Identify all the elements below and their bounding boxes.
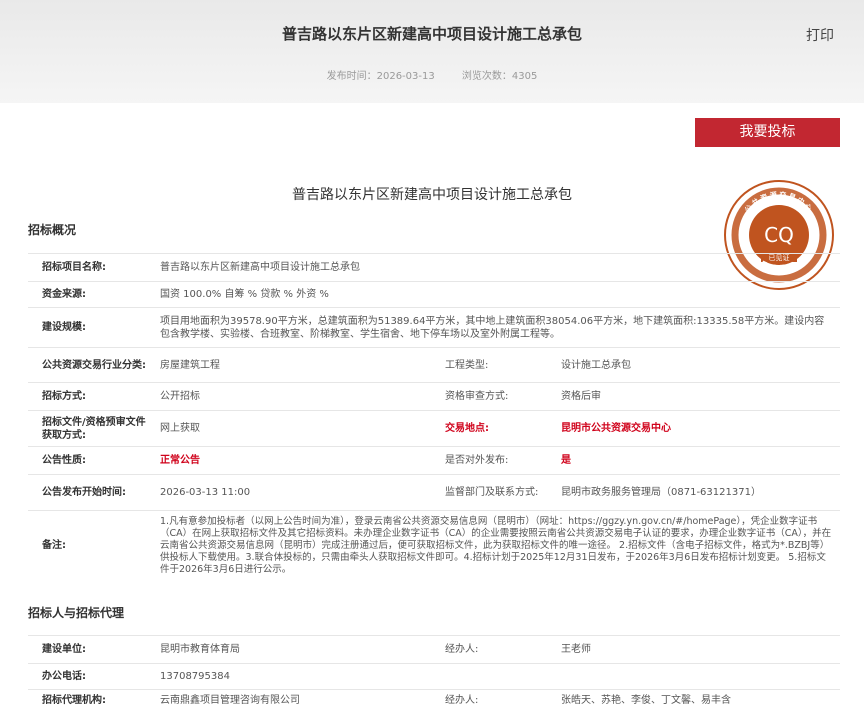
view-count: 浏览次数：4305	[461, 71, 538, 82]
venue-value: 昆明市公共资源交易中心	[555, 410, 841, 447]
parties-table: 建设单位: 昆明市教育体育局 经办人: 王老师 办公电话: 1370879538…	[28, 635, 840, 707]
row-label: 办公电话:	[28, 663, 154, 690]
row-label: 公告发布开始时间:	[28, 474, 154, 511]
fund-source-value: 国资 100.0% 自筹 % 贷款 % 外资 %	[154, 281, 841, 308]
row-label: 经办人:	[439, 689, 555, 707]
owner-value: 昆明市教育体育局	[154, 635, 439, 664]
row-label: 工程类型:	[439, 347, 555, 383]
row-label: 招标文件/资格预审文件获取方式:	[28, 410, 154, 447]
parties-section-title: 招标人与招标代理	[28, 606, 125, 620]
row-label: 招标代理机构:	[28, 689, 154, 707]
agent-contact-value: 张皓天、苏艳、李俊、丁文馨、易丰含	[555, 689, 840, 707]
row-label: 建设规模:	[28, 307, 154, 348]
row-label: 是否对外发布:	[439, 446, 555, 475]
print-button[interactable]: 打印	[806, 25, 834, 45]
supervisor-value: 昆明市政务服务管理局（0871-63121371）	[555, 474, 841, 511]
contact-value: 王老师	[555, 635, 840, 664]
row-label: 资格审查方式:	[439, 382, 555, 411]
row-label: 备注:	[28, 510, 154, 581]
remarks-value: 1.凡有意参加投标者（以网上公告时间为准），登录云南省公共资源交易信息网（昆明市…	[154, 510, 841, 581]
table-row: 公共资源交易行业分类: 房屋建筑工程 工程类型: 设计施工总承包	[28, 347, 841, 383]
overview-section-title: 招标概况	[28, 223, 77, 237]
row-label: 招标方式:	[28, 382, 154, 411]
review-method-value: 资格后审	[555, 382, 841, 411]
table-row: 公告发布开始时间: 2026-03-13 11:00 监督部门及联系方式: 昆明…	[28, 474, 841, 511]
row-label: 交易地点:	[439, 410, 555, 447]
overseas-value: 是	[555, 446, 841, 475]
phone-value: 13708795384	[154, 663, 840, 690]
bid-button[interactable]: 我要投标	[695, 118, 840, 147]
project-name-value: 普吉路以东片区新建高中项目设计施工总承包	[154, 253, 841, 282]
row-label: 公告性质:	[28, 446, 154, 475]
table-row: 招标项目名称: 普吉路以东片区新建高中项目设计施工总承包	[28, 253, 841, 282]
table-row: 建设规模: 项目用地面积为39578.90平方米，总建筑面积为51389.64平…	[28, 307, 841, 348]
bid-method-value: 公开招标	[154, 382, 439, 411]
page-header: 普吉路以东片区新建高中项目设计施工总承包 打印 发布时间：2026-03-13 …	[0, 0, 864, 103]
overview-table: 招标项目名称: 普吉路以东片区新建高中项目设计施工总承包 资金来源: 国资 10…	[28, 253, 841, 581]
table-row: 招标代理机构: 云南鼎鑫项目管理咨询有限公司 经办人: 张皓天、苏艳、李俊、丁文…	[28, 689, 840, 707]
table-row: 招标文件/资格预审文件获取方式: 网上获取 交易地点: 昆明市公共资源交易中心	[28, 410, 841, 447]
table-row: 公告性质: 正常公告 是否对外发布: 是	[28, 446, 841, 475]
start-time-value: 2026-03-13 11:00	[154, 474, 439, 511]
scale-value: 项目用地面积为39578.90平方米，总建筑面积为51389.64平方米，其中地…	[154, 307, 841, 348]
table-row: 招标方式: 公开招标 资格审查方式: 资格后审	[28, 382, 841, 411]
seal-logo: CQ	[764, 223, 794, 247]
row-label: 监督部门及联系方式:	[439, 474, 555, 511]
page-title: 普吉路以东片区新建高中项目设计施工总承包	[281, 25, 582, 43]
table-row: 备注: 1.凡有意参加投标者（以网上公告时间为准），登录云南省公共资源交易信息网…	[28, 510, 841, 581]
row-label: 招标项目名称:	[28, 253, 154, 282]
doc-obtain-value: 网上获取	[154, 410, 439, 447]
meta-info: 发布时间：2026-03-13 浏览次数：4305	[0, 67, 864, 82]
row-label: 资金来源:	[28, 281, 154, 308]
table-row: 建设单位: 昆明市教育体育局 经办人: 王老师	[28, 635, 840, 664]
industry-value: 房屋建筑工程	[154, 347, 439, 383]
publish-time: 发布时间：2026-03-13	[326, 71, 435, 82]
agent-value: 云南鼎鑫项目管理咨询有限公司	[154, 689, 439, 707]
row-label: 建设单位:	[28, 635, 154, 664]
row-label: 经办人:	[439, 635, 555, 664]
nature-value: 正常公告	[154, 446, 439, 475]
row-label: 公共资源交易行业分类:	[28, 347, 154, 383]
table-row: 办公电话: 13708795384	[28, 663, 840, 690]
table-row: 资金来源: 国资 100.0% 自筹 % 贷款 % 外资 %	[28, 281, 841, 308]
project-type-value: 设计施工总承包	[555, 347, 841, 383]
